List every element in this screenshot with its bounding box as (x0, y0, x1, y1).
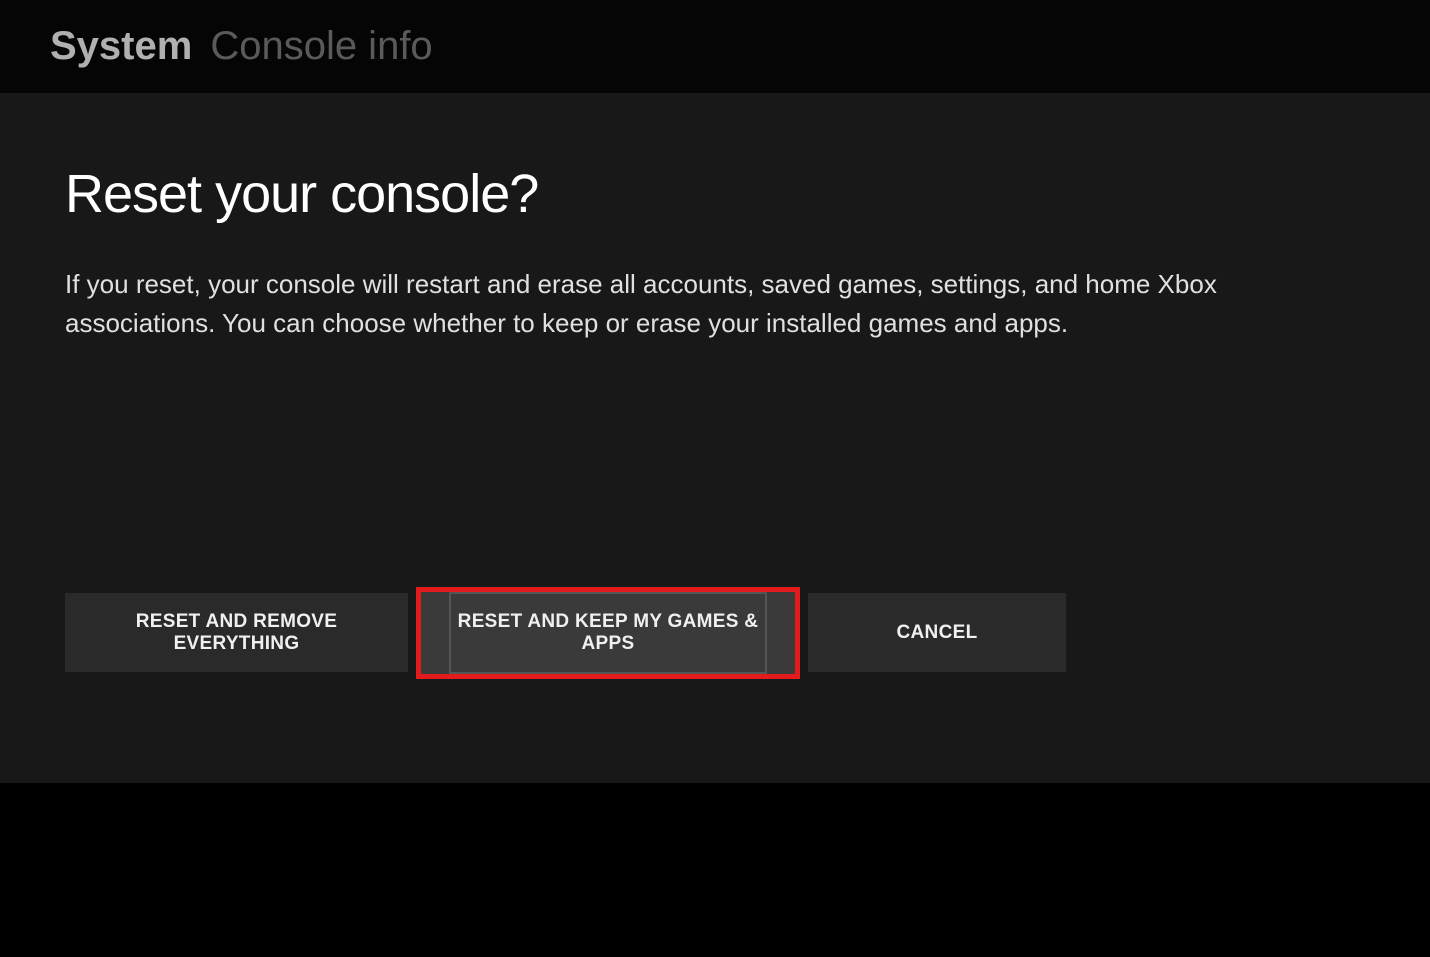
reset-remove-everything-button[interactable]: RESET AND REMOVE EVERYTHING (65, 593, 408, 672)
cancel-button[interactable]: CANCEL (808, 593, 1066, 672)
content-area: Reset your console? If you reset, your c… (0, 93, 1430, 783)
reset-keep-games-apps-button[interactable]: RESET AND KEEP MY GAMES & APPS (416, 587, 800, 679)
reset-description: If you reset, your console will restart … (65, 265, 1325, 343)
bottom-bar (0, 783, 1430, 953)
header-section-sub: Console info (210, 24, 432, 69)
header-bar: System Console info (0, 0, 1430, 93)
reset-keep-button-label: RESET AND KEEP MY GAMES & APPS (449, 592, 767, 674)
header-section-main: System (50, 24, 192, 69)
button-row: RESET AND REMOVE EVERYTHING RESET AND KE… (65, 593, 1066, 685)
page-title: Reset your console? (65, 163, 1365, 225)
